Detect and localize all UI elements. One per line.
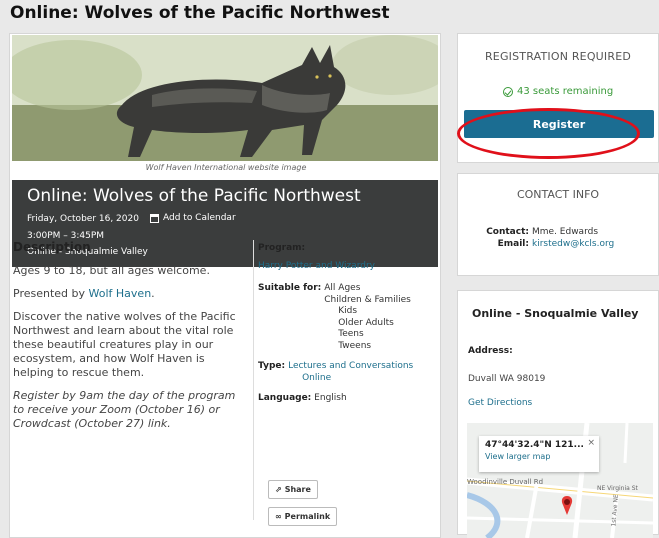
check-circle-icon bbox=[503, 86, 513, 97]
share-button[interactable]: ⇗ Share bbox=[268, 480, 318, 499]
share-icon: ⇗ bbox=[275, 485, 282, 494]
type-list: Lectures and Conversations Online bbox=[288, 361, 413, 383]
contact-title: CONTACT INFO bbox=[516, 188, 600, 201]
permalink-button[interactable]: ∞ Permalink bbox=[268, 507, 338, 526]
add-to-calendar-label: Add to Calendar bbox=[163, 213, 236, 223]
suitable-label: Suitable for: bbox=[258, 283, 322, 293]
description-heading: Description bbox=[13, 240, 91, 254]
contact-row: Contact: Mme. Edwards bbox=[485, 227, 598, 237]
wolf-haven-link[interactable]: Wolf Haven bbox=[89, 287, 152, 300]
registration-title: REGISTRATION REQUIRED bbox=[484, 50, 632, 63]
address-label: Address: bbox=[468, 346, 513, 356]
presenter-suffix: . bbox=[151, 287, 155, 300]
language-label: Language: bbox=[258, 393, 312, 403]
location-title: Online - Snoqualmie Valley bbox=[472, 307, 639, 320]
street-label: Woodinville Duvall Rd bbox=[467, 478, 544, 486]
add-to-calendar-link[interactable]: Add to Calendar bbox=[150, 213, 236, 223]
description-section: Description Ages 9 to 18, but all ages w… bbox=[13, 240, 248, 440]
hero-image bbox=[12, 35, 438, 161]
get-directions-link[interactable]: Get Directions bbox=[468, 398, 532, 408]
language-value: English bbox=[314, 393, 347, 403]
seats-label: 43 seats remaining bbox=[517, 86, 614, 97]
type-label: Type: bbox=[258, 361, 286, 371]
email-label: Email: bbox=[497, 239, 529, 249]
description-presenter: Presented by Wolf Haven. bbox=[13, 287, 248, 301]
email-row: Email: kirstedw@kcls.org bbox=[485, 239, 615, 249]
suitable-item: All Ages bbox=[324, 283, 361, 293]
suitable-item: Tweens bbox=[338, 340, 372, 351]
address-value: Duvall WA 98019 bbox=[468, 374, 546, 384]
map-coordinates: 47°44'32.4"N 121... bbox=[485, 440, 584, 450]
view-larger-map-link[interactable]: View larger map bbox=[485, 452, 593, 461]
street-label: NE Virginia St bbox=[597, 485, 638, 492]
contact-name: Mme. Edwards bbox=[532, 227, 599, 237]
email-link[interactable]: kirstedw@kcls.org bbox=[532, 239, 614, 249]
suitable-item: Children & Families bbox=[324, 294, 411, 305]
page-title: Online: Wolves of the Pacific Northwest bbox=[10, 3, 390, 23]
suitable-item: Older Adults bbox=[338, 317, 394, 328]
type-row: Type: Lectures and Conversations Online bbox=[258, 361, 428, 383]
column-divider bbox=[253, 240, 254, 520]
event-title: Online: Wolves of the Pacific Northwest bbox=[27, 186, 361, 206]
description-body: Discover the native wolves of the Pacifi… bbox=[13, 310, 236, 379]
presenter-prefix: Presented by bbox=[13, 287, 89, 300]
event-date: Friday, October 16, 2020 bbox=[27, 214, 139, 224]
description-ages: Ages 9 to 18, but all ages welcome. bbox=[13, 264, 210, 277]
hero-caption: Wolf Haven International website image bbox=[145, 163, 307, 172]
location-map[interactable]: 47°44'32.4"N 121... View larger map × Wo… bbox=[467, 423, 653, 538]
seats-remaining: 43 seats remaining bbox=[503, 86, 613, 97]
highlight-circle bbox=[457, 108, 640, 159]
calendar-icon bbox=[150, 213, 159, 223]
suitable-item: Teens bbox=[338, 329, 364, 339]
link-icon: ∞ bbox=[275, 512, 282, 521]
suitable-item: Kids bbox=[338, 306, 358, 316]
share-label: Share bbox=[284, 485, 311, 494]
location-card: Online - Snoqualmie Valley Address: Duva… bbox=[457, 290, 659, 538]
suitable-for: Suitable for: All Ages Children & Famili… bbox=[258, 283, 428, 352]
event-details: Program: Harry Potter and Wizardry Suita… bbox=[258, 243, 428, 403]
map-info-popup: 47°44'32.4"N 121... View larger map × bbox=[479, 436, 599, 472]
close-icon[interactable]: × bbox=[587, 438, 595, 448]
type-link[interactable]: Lectures and Conversations bbox=[288, 361, 413, 371]
program-link[interactable]: Harry Potter and Wizardry bbox=[258, 261, 428, 271]
contact-label: Contact: bbox=[486, 227, 529, 237]
contact-card: CONTACT INFO Contact: Mme. Edwards Email:… bbox=[457, 173, 659, 276]
suitable-list: All Ages Children & Families Kids Older … bbox=[324, 283, 411, 352]
program-label: Program: bbox=[258, 243, 306, 253]
permalink-label: Permalink bbox=[284, 512, 331, 521]
type-link[interactable]: Online bbox=[288, 373, 413, 383]
language-row: Language: English bbox=[258, 393, 428, 403]
description-register-note: Register by 9am the day of the program t… bbox=[13, 389, 236, 430]
